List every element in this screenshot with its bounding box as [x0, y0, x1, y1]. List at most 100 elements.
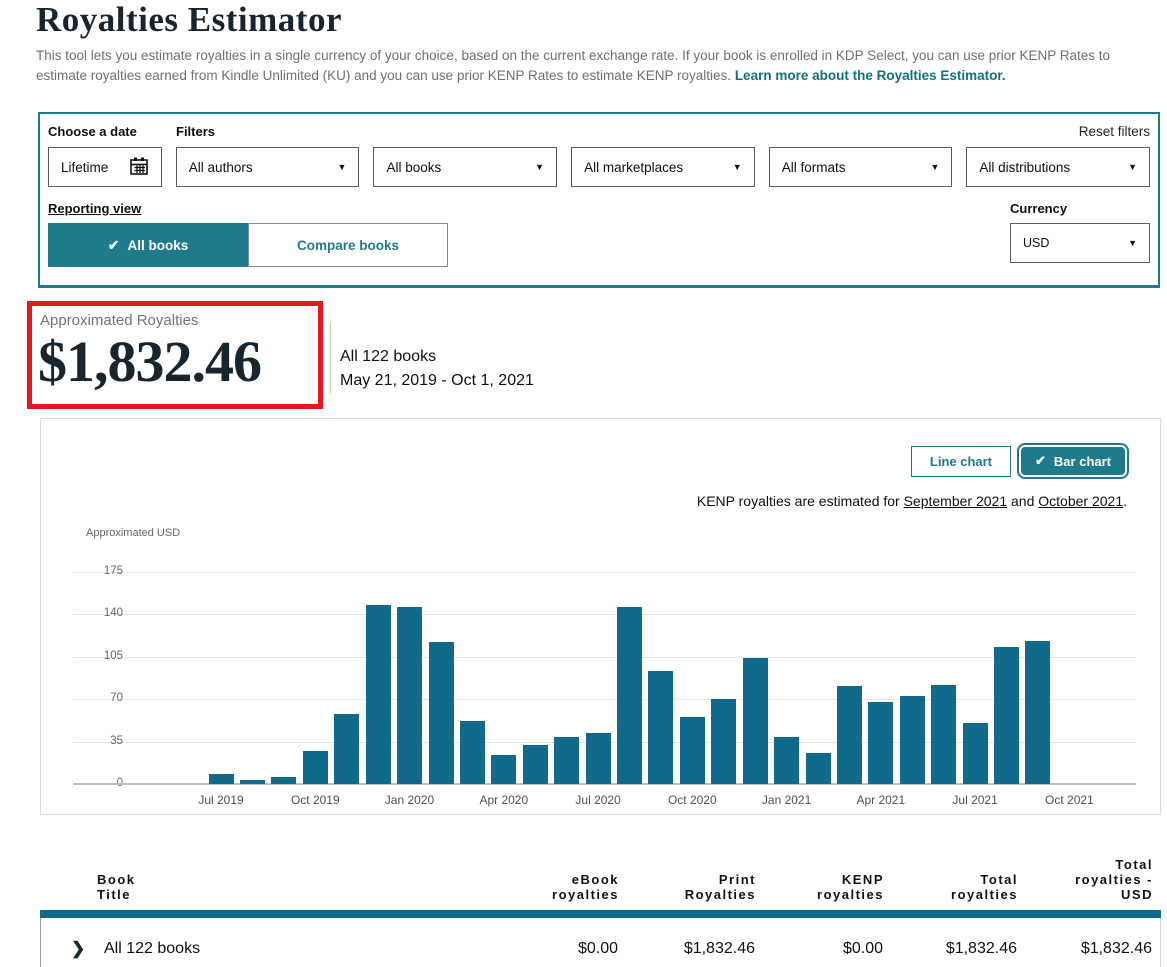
chart-bar[interactable]: [397, 607, 422, 784]
chart-gridline: [73, 657, 1136, 658]
chart-bar[interactable]: [900, 696, 925, 784]
approximated-royalties-amount: $1,832.46: [38, 328, 261, 395]
row-ebook-royalties: $0.00: [500, 940, 618, 958]
chart-bar[interactable]: [523, 745, 548, 784]
chart-bar[interactable]: [460, 721, 485, 784]
chart-bar[interactable]: [586, 733, 611, 784]
chart-gridline: [73, 614, 1136, 615]
chart-bar[interactable]: [931, 685, 956, 784]
row-total-royalties: $1,832.46: [883, 940, 1017, 958]
chart-bar[interactable]: [617, 607, 642, 784]
y-tick-label: 70: [63, 692, 123, 704]
bar-chart-plot: 03570105140175Jul 2019Oct 2019Jan 2020Ap…: [41, 419, 1160, 814]
page-description: This tool lets you estimate royalties in…: [36, 46, 1163, 86]
chart-bar[interactable]: [774, 737, 799, 784]
chart-bar[interactable]: [303, 751, 328, 784]
chart-bar[interactable]: [837, 686, 862, 784]
chart-bar[interactable]: [1025, 641, 1050, 784]
chart-gridline: [73, 699, 1136, 700]
chart-bar[interactable]: [366, 605, 391, 784]
table-header-divider: [40, 910, 1161, 918]
chevron-down-icon: ▼: [1128, 162, 1137, 172]
chart-bar[interactable]: [806, 753, 831, 785]
chart-bar[interactable]: [680, 717, 705, 784]
formats-filter-value: All formats: [782, 160, 846, 175]
chart-bar[interactable]: [240, 780, 265, 784]
reporting-view-label: Reporting view: [48, 201, 448, 216]
chart-bar[interactable]: [209, 774, 234, 784]
chart-bar[interactable]: [334, 714, 359, 784]
row-kenp-royalties: $0.00: [755, 940, 883, 958]
filter-panel: Choose a date Filters Reset filters Life…: [38, 112, 1160, 288]
chart-bar[interactable]: [271, 777, 296, 784]
column-header-kenp-royalties[interactable]: KENP royalties: [756, 872, 884, 902]
x-tick-label: Apr 2020: [464, 793, 544, 807]
distributions-filter-value: All distributions: [979, 160, 1070, 175]
approximated-royalties-label: Approximated Royalties: [40, 312, 198, 329]
currency-dropdown[interactable]: USD ▼: [1010, 223, 1150, 263]
learn-more-link[interactable]: Learn more about the Royalties Estimator…: [735, 68, 1006, 83]
chevron-down-icon: ▼: [1128, 238, 1137, 248]
date-range-value: Lifetime: [61, 160, 108, 175]
row-book-title: All 122 books: [87, 940, 500, 958]
formats-filter-dropdown[interactable]: All formats ▼: [769, 147, 953, 187]
y-tick-label: 35: [63, 735, 123, 747]
royalties-estimator-page: Royalties Estimator This tool lets you e…: [0, 0, 1167, 967]
chart-bar[interactable]: [711, 699, 736, 784]
authors-filter-dropdown[interactable]: All authors ▼: [176, 147, 360, 187]
chart-bar[interactable]: [963, 723, 988, 784]
chart-bar[interactable]: [743, 658, 768, 784]
date-range-dropdown[interactable]: Lifetime: [48, 147, 162, 187]
y-tick-label: 105: [63, 650, 123, 662]
chart-bar[interactable]: [868, 702, 893, 784]
chart-gridline: [73, 572, 1136, 573]
row-print-royalties: $1,832.46: [618, 940, 755, 958]
chevron-down-icon: ▼: [535, 162, 544, 172]
chart-container: Line chart ✔ Bar chart KENP royalties ar…: [40, 418, 1161, 815]
table-header-row: Book Title eBook royalties Print Royalti…: [40, 845, 1161, 910]
tab-all-books[interactable]: ✔ All books: [48, 223, 248, 267]
x-tick-label: Jan 2021: [747, 793, 827, 807]
x-tick-label: Jul 2020: [558, 793, 638, 807]
column-header-book-title[interactable]: Book Title: [97, 872, 501, 902]
chart-bar[interactable]: [648, 671, 673, 784]
x-tick-label: Oct 2019: [275, 793, 355, 807]
currency-value: USD: [1023, 236, 1049, 250]
chart-bar[interactable]: [994, 647, 1019, 784]
summary-divider: [330, 322, 331, 394]
check-icon: ✔: [108, 237, 120, 254]
table-row: ❯ All 122 books $0.00 $1,832.46 $0.00 $1…: [40, 918, 1161, 967]
tab-compare-books-label: Compare books: [297, 238, 399, 253]
chart-bar[interactable]: [429, 642, 454, 784]
distributions-filter-dropdown[interactable]: All distributions ▼: [966, 147, 1150, 187]
chart-bar[interactable]: [554, 737, 579, 784]
currency-label: Currency: [1010, 201, 1067, 216]
choose-date-label: Choose a date: [48, 124, 176, 139]
y-tick-label: 175: [63, 565, 123, 577]
column-header-ebook-royalties[interactable]: eBook royalties: [501, 872, 619, 902]
chart-bar[interactable]: [491, 755, 516, 784]
chevron-down-icon: ▼: [733, 162, 742, 172]
expand-row-icon[interactable]: ❯: [71, 939, 87, 959]
column-header-total-royalties-usd[interactable]: Total royalties - USD: [1018, 857, 1153, 902]
tab-all-books-label: All books: [127, 238, 188, 253]
marketplaces-filter-dropdown[interactable]: All marketplaces ▼: [571, 147, 755, 187]
filters-label: Filters: [176, 124, 215, 139]
x-tick-label: Jan 2020: [370, 793, 450, 807]
y-tick-label: 140: [63, 607, 123, 619]
column-header-total-royalties[interactable]: Total royalties: [884, 872, 1018, 902]
summary-date-range: May 21, 2019 - Oct 1, 2021: [340, 372, 534, 390]
x-tick-label: Oct 2020: [652, 793, 732, 807]
row-total-royalties-usd: $1,832.46: [1017, 940, 1152, 958]
books-filter-dropdown[interactable]: All books ▼: [373, 147, 557, 187]
royalties-table: Book Title eBook royalties Print Royalti…: [40, 845, 1161, 967]
authors-filter-value: All authors: [189, 160, 253, 175]
x-tick-label: Jul 2019: [181, 793, 261, 807]
page-title: Royalties Estimator: [36, 0, 342, 40]
summary-books-count: All 122 books: [340, 348, 436, 366]
tab-compare-books[interactable]: Compare books: [248, 223, 448, 267]
chevron-down-icon: ▼: [930, 162, 939, 172]
calendar-icon: [129, 156, 149, 179]
reset-filters-link[interactable]: Reset filters: [1079, 124, 1150, 139]
column-header-print-royalties[interactable]: Print Royalties: [619, 872, 756, 902]
